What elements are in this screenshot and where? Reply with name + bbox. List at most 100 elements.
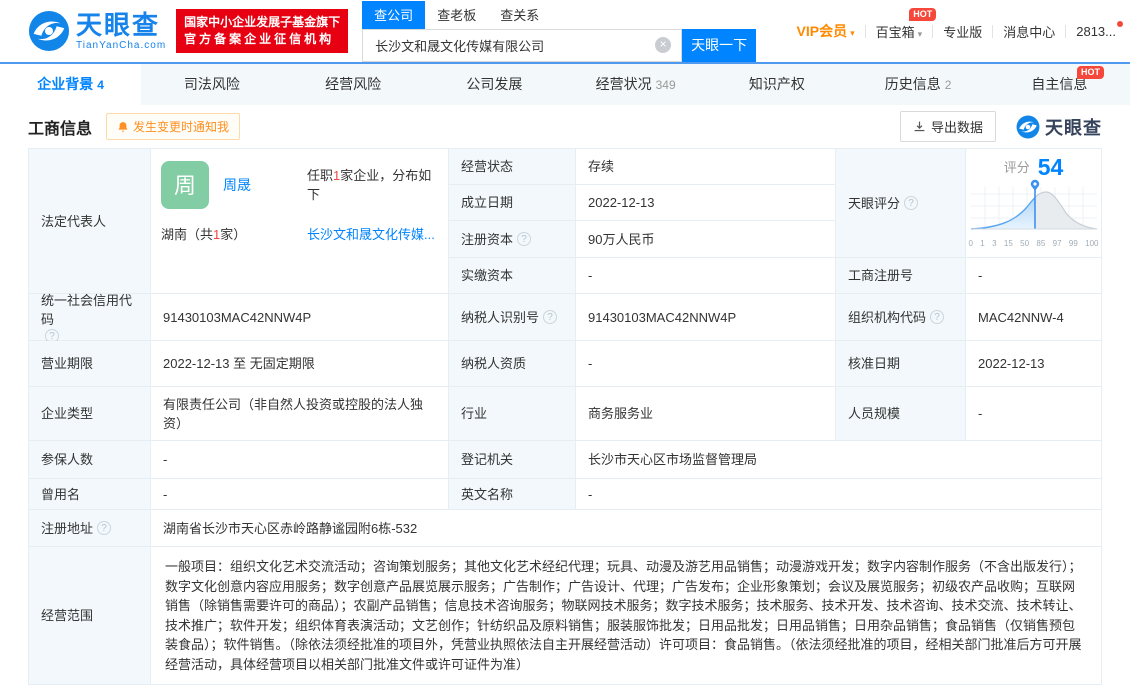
nav-user-account[interactable]: 2813... xyxy=(1076,20,1123,39)
field-label-former-name: 曾用名 xyxy=(29,479,151,510)
tab-intellectual-property[interactable]: 知识产权 xyxy=(706,64,847,105)
hot-badge: HOT xyxy=(909,7,937,21)
field-label-industry: 行业 xyxy=(449,387,576,441)
field-value-former-name: - xyxy=(151,479,449,510)
help-icon[interactable]: ? xyxy=(517,232,532,246)
search-tabs: 查公司 查老板 查关系 xyxy=(362,0,756,29)
search-tab-company[interactable]: 查公司 xyxy=(362,0,426,29)
score-caption: 评分 xyxy=(1003,159,1030,175)
watermark-logo: 天眼查 xyxy=(1016,114,1102,140)
top-header: 天眼查 TianYanCha.com 国家中小企业发展子基金旗下 官方备案企业征… xyxy=(0,0,1130,62)
section-head: 工商信息 发生变更时通知我 导出数据 天眼查 xyxy=(0,105,1130,148)
help-icon[interactable]: ? xyxy=(543,310,558,324)
field-value-established: 2022-12-13 xyxy=(576,185,836,221)
tab-judicial-risk[interactable]: 司法风险 xyxy=(141,64,282,105)
tab-operation-status[interactable]: 经营状况 349 xyxy=(565,64,706,105)
field-value-term: 2022-12-13 至 无固定期限 xyxy=(151,341,449,387)
gov-badge-line2: 官方备案企业征信机构 xyxy=(184,32,335,46)
bell-icon xyxy=(118,121,128,132)
field-label-status: 经营状态 xyxy=(449,149,576,185)
tyc-score-cell[interactable]: 评分 54 0 1 3 15 50 85 97 99 100 xyxy=(966,149,1102,258)
field-label-taxpayer-qual: 纳税人资质 xyxy=(449,341,576,387)
gov-badge-line1: 国家中小企业发展子基金旗下 xyxy=(184,15,341,29)
tab-history-info[interactable]: 历史信息 2 xyxy=(848,64,989,105)
export-data-button[interactable]: 导出数据 xyxy=(899,111,996,142)
field-value-address: 湖南省长沙市天心区赤岭路静谧园附6栋-532 xyxy=(151,510,1102,547)
search-tab-boss[interactable]: 查老板 xyxy=(425,1,488,29)
clear-icon[interactable]: × xyxy=(655,37,672,53)
tianyancha-logo-icon xyxy=(1016,115,1040,138)
field-label-taxpayer-id: 纳税人识别号? xyxy=(449,294,576,341)
field-value-reg-number: - xyxy=(966,258,1102,294)
field-label-paid-capital: 实缴资本 xyxy=(449,258,576,294)
tab-self-info[interactable]: 自主信息 HOT xyxy=(989,64,1130,105)
field-value-english-name: - xyxy=(576,479,1102,510)
field-value-insured-count: - xyxy=(151,441,449,479)
nav-pro-version[interactable]: 专业版 xyxy=(943,22,982,41)
field-value-taxpayer-qual: - xyxy=(576,341,836,387)
field-value-paid-capital: - xyxy=(576,258,836,294)
user-nav: VIP会员 ▾ HOT 百宝箱 ▾ 专业版 消息中心 2813... xyxy=(797,7,1123,41)
avatar[interactable]: 周 xyxy=(161,161,209,209)
legal-rep-name-link[interactable]: 周晟 xyxy=(223,176,251,195)
chevron-down-icon: ▾ xyxy=(850,28,855,38)
section-title: 工商信息 xyxy=(28,120,93,138)
legal-rep-cell: 周 周晟 任职1家企业，分布如下 湖南（共1家） 长沙文和晟文化传媒... xyxy=(151,149,449,294)
field-label-registry-authority: 登记机关 xyxy=(449,441,576,479)
company-tabs: 企业背景 4 司法风险 经营风险 公司发展 经营状况 349 知识产权 历史信息 2 … xyxy=(0,62,1130,105)
field-label-legal-rep: 法定代表人 xyxy=(29,149,151,294)
field-label-staff-size: 人员规模 xyxy=(836,387,966,441)
brand-domain: TianYanCha.com xyxy=(76,39,167,51)
field-value-reg-capital: 90万人民币 xyxy=(576,221,836,258)
field-label-company-type: 企业类型 xyxy=(29,387,151,441)
brand-name: 天眼查 xyxy=(76,9,161,40)
field-label-english-name: 英文名称 xyxy=(449,479,576,510)
field-label-uscc: 统一社会信用代码? xyxy=(29,293,151,343)
gov-certification-badge: 国家中小企业发展子基金旗下 官方备案企业征信机构 xyxy=(176,9,349,53)
legal-rep-company-link[interactable]: 长沙文和晟文化传媒... xyxy=(307,225,438,244)
field-value-staff-size: - xyxy=(966,387,1102,441)
field-label-business-scope: 经营范围 xyxy=(29,547,151,685)
tianyancha-logo-icon xyxy=(28,10,70,52)
legal-rep-note: 任职1家企业，分布如下 xyxy=(307,168,432,202)
score-value: 54 xyxy=(1037,153,1064,180)
field-label-org-code: 组织机构代码? xyxy=(836,294,966,341)
divider xyxy=(932,24,934,38)
help-icon[interactable]: ? xyxy=(97,521,112,535)
chevron-down-icon: ▾ xyxy=(917,28,923,39)
tab-company-background[interactable]: 企业背景 4 xyxy=(0,64,142,105)
field-value-status: 存续 xyxy=(576,149,836,185)
nav-message-center[interactable]: 消息中心 xyxy=(1003,22,1055,41)
search-button[interactable]: 天眼一下 xyxy=(682,28,757,62)
field-value-registry-authority: 长沙市天心区市场监督管理局 xyxy=(576,441,1102,479)
field-label-insured-count: 参保人数 xyxy=(29,441,151,479)
search-input[interactable] xyxy=(363,37,656,53)
field-value-taxpayer-id: 91430103MAC42NNW4P xyxy=(576,294,836,341)
tab-operation-risk[interactable]: 经营风险 xyxy=(283,64,424,105)
tianyancha-logo[interactable]: 天眼查 TianYanCha.com xyxy=(28,10,166,52)
score-axis: 0 1 3 15 50 85 97 99 100 xyxy=(968,238,1099,248)
tab-company-development[interactable]: 公司发展 xyxy=(424,64,565,105)
field-label-reg-number: 工商注册号 xyxy=(836,258,966,294)
score-distribution-chart xyxy=(970,179,1097,230)
field-value-company-type: 有限责任公司（非自然人投资或控股的法人独资） xyxy=(151,387,449,441)
help-icon[interactable]: ? xyxy=(904,196,919,210)
field-value-industry: 商务服务业 xyxy=(576,387,836,441)
field-value-business-scope: 一般项目：组织文化艺术交流活动；咨询策划服务；其他文化艺术经纪代理；玩具、动漫及… xyxy=(151,547,1102,685)
divider xyxy=(992,24,994,38)
divider xyxy=(1065,24,1067,38)
legal-rep-region: 湖南（共1家） xyxy=(161,227,247,242)
hot-badge: HOT xyxy=(1077,66,1104,79)
field-value-approved-date: 2022-12-13 xyxy=(966,341,1102,387)
download-icon xyxy=(914,121,925,132)
field-label-tyc-score: 天眼评分? xyxy=(836,149,966,258)
nav-toolbox[interactable]: HOT 百宝箱 ▾ xyxy=(876,7,937,41)
notify-change-button[interactable]: 发生变更时通知我 xyxy=(106,113,241,140)
field-value-uscc: 91430103MAC42NNW4P xyxy=(151,294,449,341)
help-icon[interactable]: ? xyxy=(930,310,945,324)
field-label-address: 注册地址? xyxy=(29,510,151,547)
search-tab-relation[interactable]: 查关系 xyxy=(488,1,551,29)
field-label-approved-date: 核准日期 xyxy=(836,341,966,387)
nav-vip[interactable]: VIP会员 ▾ xyxy=(797,21,855,41)
field-label-established: 成立日期 xyxy=(449,185,576,221)
